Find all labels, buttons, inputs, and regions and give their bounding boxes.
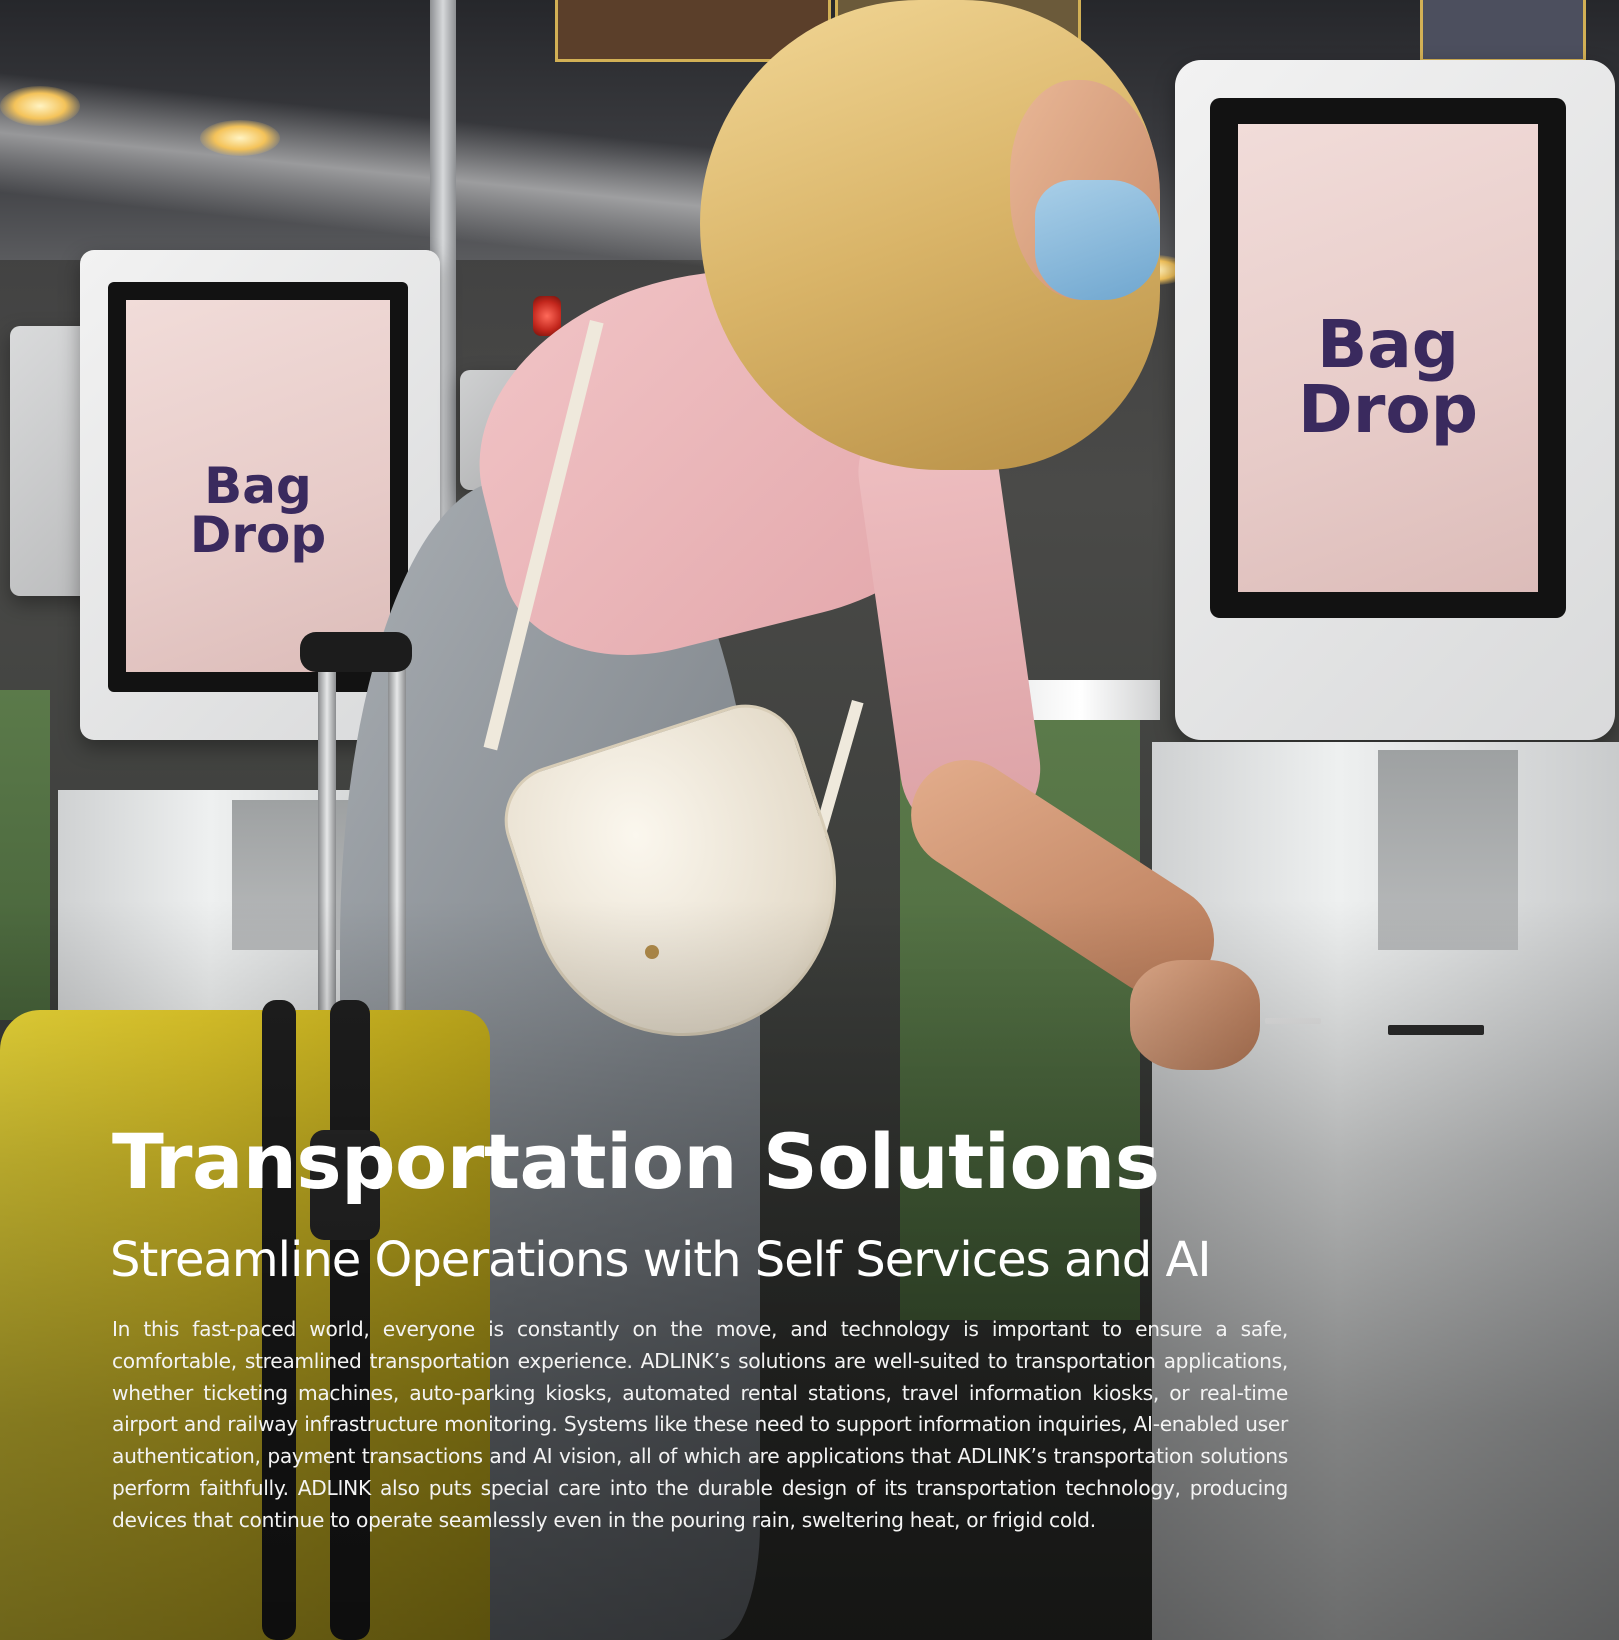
left-kiosk-screen-label: Bag Drop (189, 457, 327, 564)
right-kiosk-screen-label: Bag Drop (1298, 306, 1478, 448)
overhead-sign (1420, 0, 1586, 62)
ceiling-light (0, 86, 80, 126)
body-paragraph: In this fast-paced world, everyone is co… (112, 1317, 1288, 1532)
suitcase-handle (300, 632, 412, 672)
left-kiosk-screen: Bag Drop (126, 300, 390, 672)
hero-photo: Bag Drop Bag Drop Transportation Solutions… (0, 0, 1619, 1640)
face-mask (1035, 180, 1160, 300)
right-kiosk-screen: Bag Drop (1238, 124, 1538, 592)
ceiling-light (200, 120, 280, 156)
page-title: Transportation Solutions (112, 1117, 1160, 1206)
page-subtitle: Streamline Operations with Self Services… (110, 1232, 1211, 1288)
